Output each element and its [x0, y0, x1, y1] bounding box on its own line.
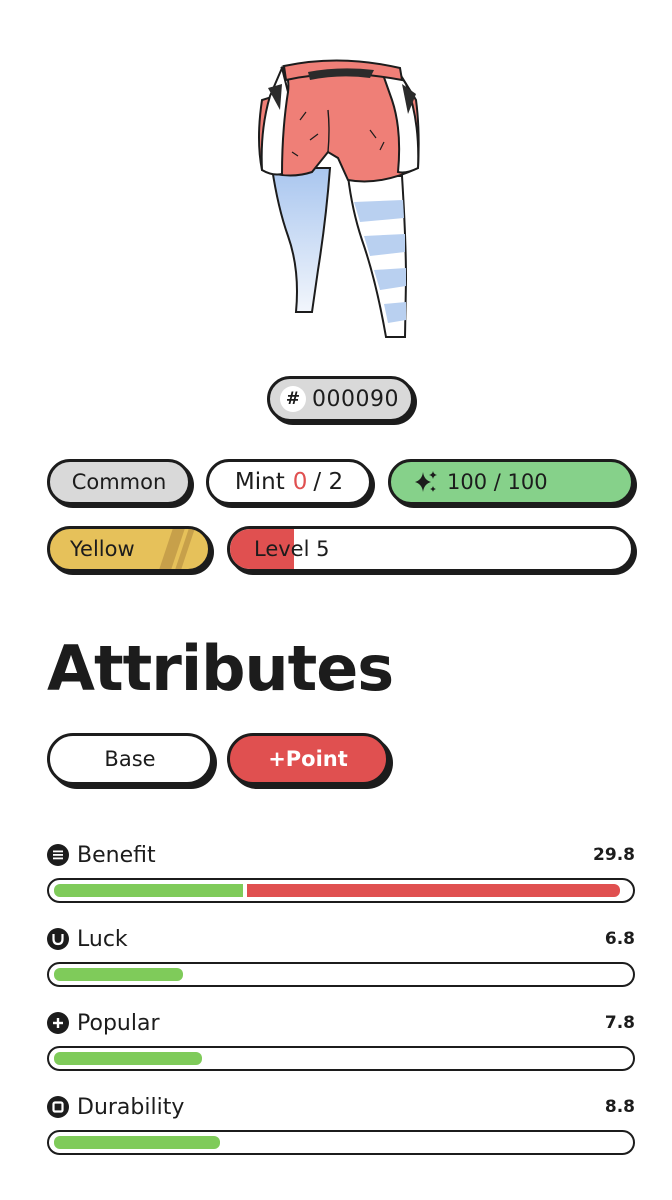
- plus-icon: [47, 1012, 69, 1034]
- horseshoe-icon: [47, 928, 69, 950]
- stat-bar-base-fill: [54, 884, 243, 897]
- color-badge: Yellow: [47, 526, 211, 572]
- mint-badge: Mint 0 / 2: [206, 459, 372, 505]
- stat-value: 29.8: [593, 845, 635, 865]
- mint-label: Mint: [234, 469, 285, 495]
- tab-base[interactable]: Base: [47, 733, 213, 785]
- token-id-badge: # 000090: [267, 376, 414, 422]
- stat-row-durability: Durability 8.8: [47, 1092, 635, 1155]
- hash-icon: #: [280, 386, 306, 412]
- tab-point[interactable]: +Point: [227, 733, 389, 785]
- list-icon: [47, 844, 69, 866]
- stat-name: Benefit: [77, 842, 156, 868]
- stat-bar: [47, 1130, 635, 1155]
- tab-base-label: Base: [104, 747, 156, 771]
- rarity-badge: Common: [47, 459, 191, 505]
- stat-bar-base-fill: [54, 968, 183, 981]
- rarity-label: Common: [71, 470, 167, 494]
- stat-bar: [47, 962, 635, 987]
- stat-bar: [47, 1046, 635, 1071]
- stat-row-benefit: Benefit 29.8: [47, 840, 635, 903]
- stat-row-luck: Luck 6.8: [47, 924, 635, 987]
- energy-value: 100 / 100: [447, 470, 548, 494]
- stripe-decoration: [159, 529, 195, 569]
- level-label: Level 5: [254, 537, 330, 561]
- attributes-heading: Attributes: [47, 632, 394, 705]
- square-icon: [47, 1096, 69, 1118]
- stat-bar-base-fill: [54, 1052, 202, 1065]
- stat-name: Luck: [77, 926, 128, 952]
- token-id: 000090: [312, 386, 399, 412]
- stat-value: 8.8: [604, 1097, 635, 1117]
- stat-bar: [47, 878, 635, 903]
- mint-max: / 2: [313, 469, 344, 495]
- stat-row-popular: Popular 7.8: [47, 1008, 635, 1071]
- stat-name: Durability: [77, 1094, 185, 1120]
- stat-name: Popular: [77, 1010, 160, 1036]
- mint-current: 0: [292, 469, 308, 495]
- stat-bar-base-fill: [54, 1136, 220, 1149]
- stat-value: 6.8: [604, 929, 635, 949]
- energy-badge: 100 / 100: [388, 459, 634, 505]
- sparkle-icon: [415, 471, 437, 492]
- color-label: Yellow: [70, 537, 135, 561]
- tab-point-label: +Point: [268, 747, 348, 771]
- item-image: [258, 59, 420, 338]
- level-progress-bar: Level 5: [227, 526, 634, 572]
- stat-bar-point-fill: [247, 884, 620, 897]
- stat-value: 7.8: [604, 1013, 635, 1033]
